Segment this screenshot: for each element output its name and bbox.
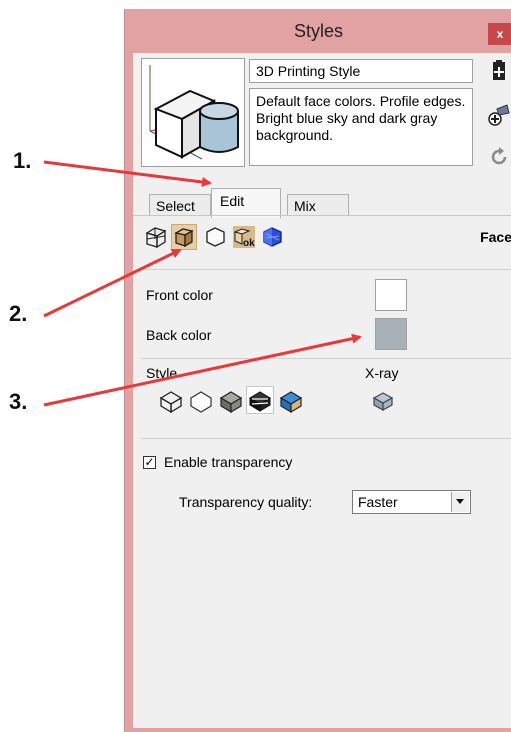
window-title: Styles	[293, 21, 344, 41]
style-preview-thumbnail	[141, 58, 245, 167]
close-button[interactable]: x	[488, 23, 511, 45]
tab-underline	[133, 215, 511, 216]
tab-edit[interactable]: Edit	[211, 188, 281, 218]
tab-bar: Select Edit Mix	[141, 184, 511, 218]
annotation-3: 3.	[9, 389, 28, 414]
watermark-settings-icon[interactable]: ok	[231, 224, 257, 250]
edit-mode-toolbar: ok Face	[141, 223, 511, 251]
shaded-style-icon[interactable]	[217, 386, 245, 414]
back-color-label: Back color	[146, 327, 212, 343]
xray-icon[interactable]	[369, 386, 397, 414]
style-label: Style	[146, 365, 178, 381]
transparency-quality-label: Transparency quality:	[179, 494, 313, 510]
create-new-style-icon[interactable]	[487, 59, 511, 83]
front-color-label: Front color	[146, 287, 213, 303]
xray-label: X-ray	[365, 365, 399, 381]
enable-transparency-label: Enable transparency	[164, 454, 293, 470]
title-bar[interactable]: Styles x	[125, 9, 511, 53]
chevron-down-icon[interactable]	[451, 492, 469, 512]
style-name-input[interactable]: 3D Printing Style	[249, 59, 473, 83]
section-divider	[141, 438, 511, 439]
styles-window: Styles x 3D Printing Style Default face …	[124, 9, 511, 732]
modeling-settings-icon[interactable]	[259, 224, 285, 250]
section-divider	[141, 269, 511, 270]
annotation-1: 1.	[13, 148, 32, 173]
styles-panel: 3D Printing Style Default face colors. P…	[133, 53, 511, 728]
section-divider	[141, 358, 511, 359]
refresh-icon[interactable]	[487, 145, 511, 169]
update-style-icon[interactable]	[487, 103, 511, 127]
svg-text:ok: ok	[243, 238, 255, 249]
tab-mix[interactable]: Mix	[287, 194, 349, 216]
preview-image	[149, 65, 239, 160]
section-title: Face	[480, 229, 511, 245]
transparency-quality-value: Faster	[358, 494, 398, 510]
transparency-quality-select[interactable]: Faster	[352, 490, 471, 514]
front-color-swatch[interactable]	[375, 279, 407, 311]
wireframe-style-icon[interactable]	[157, 386, 185, 414]
hidden-line-style-icon[interactable]	[187, 386, 215, 414]
background-settings-icon[interactable]	[202, 224, 228, 250]
enable-transparency-checkbox[interactable]: ✓	[143, 456, 156, 469]
tab-select[interactable]: Select	[149, 194, 211, 216]
back-color-swatch[interactable]	[375, 318, 407, 350]
face-settings-icon[interactable]	[171, 224, 197, 250]
monochrome-style-icon[interactable]	[277, 386, 305, 414]
shaded-with-textures-style-icon[interactable]	[246, 386, 274, 414]
edge-settings-icon[interactable]	[143, 224, 169, 250]
style-description-field[interactable]: Default face colors. Profile edges. Brig…	[249, 88, 473, 166]
annotation-2: 2.	[9, 301, 28, 326]
